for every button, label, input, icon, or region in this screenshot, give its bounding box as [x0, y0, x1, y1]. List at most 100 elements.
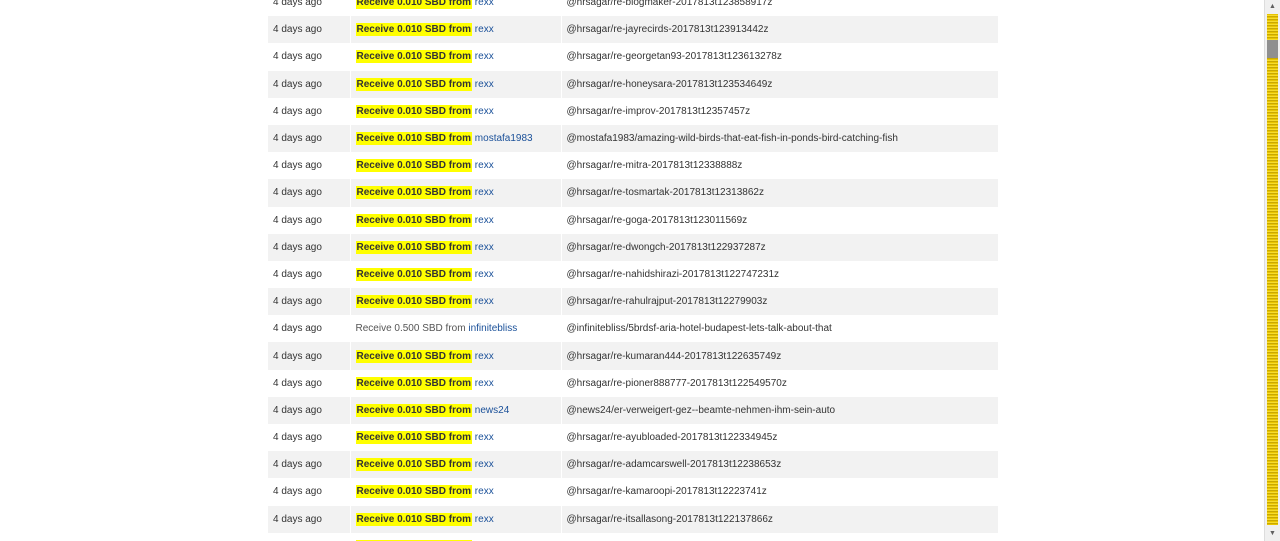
operation-text: Receive 0.010 SBD from	[355, 240, 473, 254]
table-row: 4 days agoReceive 0.010 SBD from rexx @hr…	[268, 43, 999, 71]
memo-text: @hrsagar/re-mitra-2017813t12338888z	[566, 160, 743, 172]
sender-link[interactable]: rexx	[475, 459, 494, 470]
row-operation: Receive 0.010 SBD from rexx	[350, 16, 562, 44]
row-operation: Receive 0.010 SBD from rexx	[350, 233, 562, 261]
row-operation: Receive 0.500 SBD from infinitebliss	[350, 315, 562, 343]
sender-link[interactable]: infinitebliss	[468, 323, 517, 334]
row-memo: @hrsagar/re-blogmaker-2017813t123858917z	[561, 0, 999, 17]
row-memo: @hrsagar/re-pioner888777-2017813t1225495…	[561, 369, 999, 397]
sender-link[interactable]: news24	[475, 405, 509, 416]
row-memo: @hrsagar/re-honeysara-2017813t123534649z	[561, 70, 999, 98]
operation-text: Receive 0.010 SBD from	[355, 376, 473, 390]
row-memo: @hrsagar/re-mitra-2017813t12338888z	[561, 152, 999, 180]
memo-text: @hrsagar/re-goga-2017813t123011569z	[566, 214, 748, 226]
row-time: 4 days ago	[268, 0, 351, 17]
sender-link[interactable]: rexx	[475, 160, 494, 171]
table-row: 4 days agoReceive 0.010 SBD from rexx@hr…	[268, 0, 999, 17]
table-row: 4 days agoReceive 0.010 SBD from rexx@hr…	[268, 478, 999, 506]
row-operation: Receive 0.010 SBD from rexx	[350, 260, 562, 289]
sender-link[interactable]: rexx	[475, 432, 494, 443]
table-row: 4 days agoReceive 0.010 SBD from rexx@hr…	[268, 233, 999, 261]
memo-text: @hrsagar/re-honeysara-2017813t123534649z	[566, 78, 773, 90]
memo-text: @hrsagar/re-improv-2017813t12357457z	[566, 105, 751, 117]
row-time: 4 days ago	[268, 288, 351, 316]
row-memo: @hrsagar/re-samstickkz-2017813t12219217z	[561, 532, 999, 541]
row-operation: Receive 0.010 SBD from news24	[350, 396, 562, 424]
operation-text: Receive 0.010 SBD from	[355, 159, 473, 173]
scrollbar-thumb[interactable]	[1267, 40, 1278, 58]
memo-text: @hrsagar/re-rahulrajput-2017813t12279903…	[566, 296, 768, 308]
row-time: 4 days ago	[268, 505, 351, 533]
sender-link[interactable]: rexx	[475, 51, 494, 62]
row-memo: @mostafa1983/amazing-wild-birds-that-eat…	[561, 124, 999, 153]
row-operation: Receive 0.010 SBD from rexx	[350, 532, 562, 541]
sender-link[interactable]: mostafa1983	[475, 133, 533, 144]
operation-text: Receive 0.010 SBD from	[355, 104, 473, 118]
sender-link[interactable]: rexx	[475, 296, 494, 307]
memo-text: @hrsagar/re-kamaroopi-2017813t12223741z	[566, 486, 767, 498]
sender-link[interactable]: rexx	[475, 378, 494, 389]
row-time: 4 days ago	[268, 43, 351, 71]
operation-text: Receive 0.010 SBD from	[355, 403, 473, 417]
row-operation: Receive 0.010 SBD from rexx	[350, 369, 562, 397]
row-operation: Receive 0.010 SBD from rexx	[350, 152, 562, 180]
operation-text: Receive 0.010 SBD from	[355, 267, 473, 281]
sender-link[interactable]: rexx	[475, 486, 494, 497]
row-time: 4 days ago	[268, 16, 351, 44]
row-operation: Receive 0.010 SBD from rexx	[350, 424, 562, 452]
transfer-history: 4 days ago Receive 0.010 SBD from rexx @hr…	[268, 0, 999, 541]
row-time: 4 days ago	[268, 315, 351, 343]
operation-text: Receive 0.010 SBD from	[355, 213, 473, 227]
memo-text: @hrsagar/re-jayrecirds-2017813t123913442…	[566, 24, 769, 36]
sender-link[interactable]: rexx	[475, 79, 494, 90]
memo-text: @hrsagar/re-georgetan93-2017813t12361327…	[566, 51, 782, 63]
row-memo: @hrsagar/re-kumaran444-2017813t122635749…	[561, 342, 999, 370]
row-memo: @hrsagar/re-dwongch-2017813t122937287z	[561, 233, 999, 261]
table-row: 4 days agoReceive 0.010 SBD from rexx@hr…	[268, 260, 999, 289]
row-time: 4 days ago	[268, 206, 351, 234]
operation-text: Receive 0.010 SBD from	[355, 77, 473, 91]
table-row: 4 days agoReceive 0.010 SBD from rexx@hr…	[268, 532, 999, 541]
vertical-scrollbar[interactable]: ▲ ▼	[1264, 0, 1280, 541]
scrollbar-track[interactable]	[1267, 14, 1278, 525]
row-memo: @hrsagar/re-adamcarswell-2017813t1223865…	[561, 451, 999, 479]
row-time: 4 days ago	[268, 342, 351, 370]
row-time: 4 days ago	[268, 233, 351, 261]
sender-link[interactable]: rexx	[475, 514, 494, 525]
sender-link[interactable]: rexx	[475, 351, 494, 362]
memo-text: @hrsagar/re-ayubloaded-2017813t122334945…	[566, 432, 778, 444]
row-memo: @hrsagar/re-rahulrajput-2017813t12279903…	[561, 288, 999, 316]
sender-link[interactable]: rexx	[475, 24, 494, 35]
memo-text: @hrsagar/re-kumaran444-2017813t122635749…	[566, 350, 782, 362]
sender-link[interactable]: rexx	[475, 106, 494, 117]
row-operation: Receive 0.010 SBD from rexx	[350, 43, 562, 71]
table-row: 4 days ago Receive 0.500 SBD from infinit…	[268, 315, 999, 343]
scroll-down-icon[interactable]: ▼	[1265, 527, 1280, 541]
row-operation: Receive 0.010 SBD from rexx	[350, 97, 562, 125]
scroll-up-icon[interactable]: ▲	[1265, 0, 1280, 14]
row-operation: Receive 0.010 SBD from rexx	[350, 179, 562, 207]
row-time: 4 days ago	[268, 260, 351, 289]
table-row: 4 days agoReceive 0.010 SBD from rexx@hr…	[268, 179, 999, 207]
row-time: 4 days ago	[268, 152, 351, 180]
operation-text: Receive 0.010 SBD from	[355, 0, 473, 10]
sender-link[interactable]: rexx	[475, 187, 494, 198]
sender-link[interactable]: rexx	[475, 215, 494, 226]
row-memo: @hrsagar/re-nahidshirazi-2017813t1227472…	[561, 260, 999, 289]
operation-text: Receive 0.010 SBD from	[355, 186, 473, 200]
row-memo: @hrsagar/re-georgetan93-2017813t12361327…	[561, 43, 999, 71]
row-memo: @hrsagar/re-ayubloaded-2017813t122334945…	[561, 424, 999, 452]
operation-text: Receive 0.010 SBD from	[355, 349, 473, 363]
memo-text: @hrsagar/re-itsallasong-2017813t12213786…	[566, 513, 773, 525]
sender-link[interactable]: rexx	[475, 269, 494, 280]
row-operation: Receive 0.010 SBD from rexx	[350, 451, 562, 479]
row-time: 4 days ago	[268, 97, 351, 125]
table-row: 4 days agoReceive 0.010 SBD from rexx @hr…	[268, 16, 999, 44]
row-time: 4 days ago	[268, 424, 351, 452]
sender-link[interactable]: rexx	[475, 242, 494, 253]
row-memo: @hrsagar/re-tosmartak-2017813t12313862z	[561, 179, 999, 207]
row-memo: @hrsagar/re-jayrecirds-2017813t123913442…	[561, 16, 999, 44]
row-operation: Receive 0.010 SBD from mostafa1983	[350, 124, 562, 153]
sender-link[interactable]: rexx	[475, 0, 494, 8]
row-operation: Receive 0.010 SBD from rexx	[350, 0, 562, 17]
